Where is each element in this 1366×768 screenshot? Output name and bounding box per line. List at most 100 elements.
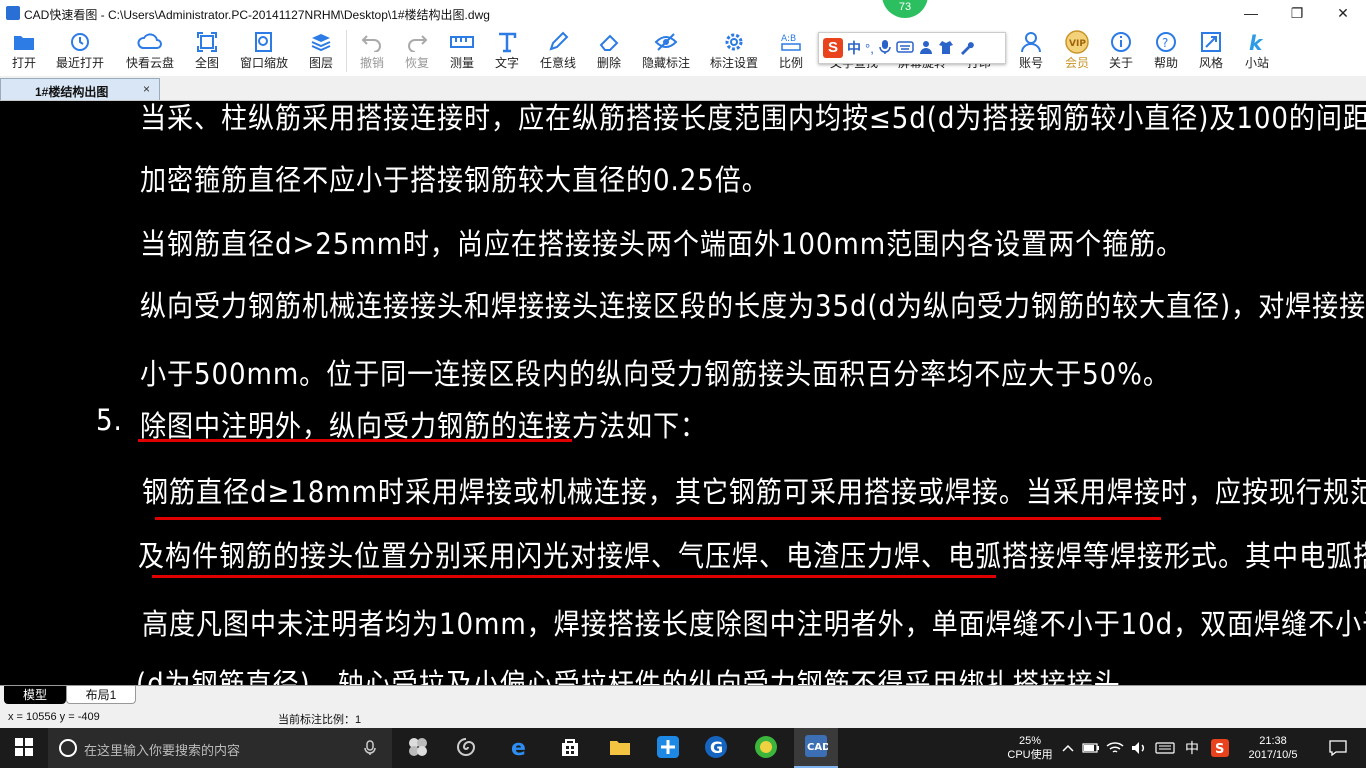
toolbar-divider bbox=[346, 30, 347, 72]
svg-text:A:B: A:B bbox=[781, 34, 796, 44]
cloud-button[interactable]: 快看云盘 bbox=[122, 28, 178, 74]
fit-view-icon bbox=[196, 28, 218, 56]
microphone-icon[interactable] bbox=[364, 740, 376, 759]
delete-button[interactable]: 删除 bbox=[592, 28, 626, 74]
tab-close-icon[interactable]: × bbox=[143, 82, 150, 96]
red-underline bbox=[138, 439, 572, 442]
taskbar-app-edge[interactable]: e bbox=[500, 728, 540, 768]
microphone-icon[interactable] bbox=[878, 39, 892, 58]
open-button[interactable]: 打开 bbox=[6, 28, 42, 74]
status-bar: x = 10556 y = -409 当前标注比例：1 bbox=[0, 705, 1366, 728]
windows-logo-icon bbox=[15, 737, 33, 759]
taskbar-app-360[interactable] bbox=[746, 728, 786, 768]
pencil-icon bbox=[547, 28, 569, 56]
redo-icon bbox=[406, 28, 428, 56]
help-button[interactable]: ? 帮助 bbox=[1149, 28, 1183, 74]
battery-icon[interactable] bbox=[1080, 728, 1102, 768]
k-logo-icon: k bbox=[1246, 28, 1268, 56]
tray-expand-icon[interactable] bbox=[1058, 728, 1078, 768]
spiral-browser-icon bbox=[455, 736, 477, 761]
wrench-icon[interactable] bbox=[958, 39, 974, 58]
cpu-usage-widget[interactable]: 25% CPU使用 bbox=[1000, 728, 1060, 768]
zoom-window-icon bbox=[253, 28, 275, 56]
ime-toolbar[interactable]: S 中 °, bbox=[818, 32, 1006, 64]
scale-button[interactable]: A:B 比例 bbox=[774, 28, 808, 74]
volume-icon[interactable] bbox=[1128, 728, 1150, 768]
scale-icon: A:B bbox=[780, 28, 802, 56]
restore-button[interactable]: ❐ bbox=[1274, 0, 1320, 26]
svg-text:e: e bbox=[511, 736, 526, 758]
taskbar-search[interactable]: 在这里输入你要搜索的内容 bbox=[48, 728, 392, 768]
svg-text:k: k bbox=[1249, 31, 1264, 53]
account-button[interactable]: 账号 bbox=[1014, 28, 1048, 74]
cortana-icon bbox=[58, 738, 78, 761]
keyboard-icon[interactable] bbox=[896, 40, 914, 57]
close-button[interactable]: ✕ bbox=[1320, 0, 1366, 26]
user-avatar-icon[interactable] bbox=[918, 39, 934, 58]
window-title: CAD快速看图 - C:\Users\Administrator.PC-2014… bbox=[24, 8, 490, 22]
minimize-button[interactable]: — bbox=[1228, 0, 1274, 26]
item-number: 5. bbox=[96, 403, 123, 437]
main-toolbar: 打开 最近打开 快看云盘 全图 窗口缩放 图层 撤销 恢复 测量 文字 任意线 bbox=[0, 26, 1366, 76]
tab-model[interactable]: 模型 bbox=[4, 686, 66, 704]
taskbar-app-g[interactable]: G bbox=[696, 728, 736, 768]
app-icon bbox=[6, 6, 20, 20]
annotation-scale: 当前标注比例：1 bbox=[278, 714, 362, 726]
drawing-canvas[interactable]: 当采、柱纵筋采用搭接连接时，应在纵筋搭接长度范围内均按≤5d(d为搭接钢筋较小直… bbox=[0, 101, 1366, 685]
notification-center-icon[interactable] bbox=[1318, 728, 1358, 768]
taskbar-app-cad[interactable] bbox=[648, 728, 688, 768]
cpu-percent: 25% bbox=[1018, 735, 1042, 747]
layers-button[interactable]: 图层 bbox=[304, 28, 338, 74]
taskbar-app-pinwheel[interactable] bbox=[398, 728, 438, 768]
tab-document[interactable]: 1#楼结构出图 × bbox=[0, 78, 160, 100]
text-button[interactable]: 文字 bbox=[490, 28, 524, 74]
sogou-tray-icon[interactable]: S bbox=[1208, 728, 1232, 768]
start-button[interactable] bbox=[0, 728, 48, 768]
taskbar-app-store[interactable] bbox=[550, 728, 590, 768]
measure-button[interactable]: 测量 bbox=[445, 28, 479, 74]
clock-time: 21:38 bbox=[1259, 735, 1287, 747]
ime-punctuation-toggle[interactable]: °, bbox=[865, 41, 874, 56]
about-button[interactable]: 关于 bbox=[1104, 28, 1138, 74]
search-placeholder: 在这里输入你要搜索的内容 bbox=[84, 743, 241, 758]
drawing-text-line: 加密箍筋直径不应小于搭接钢筋较大直径的0.25倍。 bbox=[140, 163, 769, 197]
skin-shirt-icon[interactable] bbox=[938, 39, 954, 58]
drawing-text-line: (d为钢筋直径)。轴心受拉及小偏心受拉杆件的纵向受力钢筋不得采用绑扎搭接接头。 bbox=[136, 667, 1148, 685]
drawing-text-line: 当钢筋直径d>25mm时，尚应在搭接接头两个端面外100mm范围内各设置两个箍筋… bbox=[140, 227, 1184, 261]
ime-language-toggle[interactable]: 中 bbox=[847, 38, 861, 58]
notification-badge[interactable]: 73 bbox=[882, 0, 928, 18]
sogou-logo-icon: S bbox=[823, 38, 843, 58]
red-underline bbox=[152, 575, 996, 578]
zoom-window-button[interactable]: 窗口缩放 bbox=[236, 28, 292, 74]
recent-button[interactable]: 最近打开 bbox=[52, 28, 108, 74]
hide-annotation-button[interactable]: 隐藏标注 bbox=[638, 28, 694, 74]
clock[interactable]: 21:38 2017/10/5 bbox=[1238, 728, 1308, 768]
gear-icon bbox=[723, 28, 745, 56]
info-icon bbox=[1110, 28, 1132, 56]
drawing-text-line: 高度凡图中未注明者均为10mm，焊接搭接长度除图中注明者外，单面焊缝不小于10d… bbox=[142, 607, 1366, 641]
tab-layout1[interactable]: 布局1 bbox=[66, 686, 136, 704]
taskbar-app-cad-viewer-active[interactable]: CAD bbox=[794, 728, 838, 768]
svg-text:CAD: CAD bbox=[807, 742, 828, 753]
annotation-settings-button[interactable]: 标注设置 bbox=[706, 28, 762, 74]
keyboard-tray-icon[interactable] bbox=[1152, 728, 1178, 768]
undo-button[interactable]: 撤销 bbox=[355, 28, 389, 74]
taskbar: 在这里输入你要搜索的内容 e G CAD 25% CPU使用 中 S 21:38… bbox=[0, 728, 1366, 768]
fit-view-button[interactable]: 全图 bbox=[190, 28, 224, 74]
vip-button[interactable]: VIP 会员 bbox=[1060, 28, 1094, 74]
svg-text:G: G bbox=[710, 738, 723, 757]
redo-button[interactable]: 恢复 bbox=[400, 28, 434, 74]
ime-indicator[interactable]: 中 bbox=[1180, 728, 1204, 768]
blue-plus-icon bbox=[656, 735, 680, 762]
mini-site-button[interactable]: k 小站 bbox=[1240, 28, 1274, 74]
taskbar-app-browser[interactable] bbox=[446, 728, 486, 768]
wifi-icon[interactable] bbox=[1104, 728, 1126, 768]
text-icon bbox=[496, 28, 518, 56]
title-bar: CAD快速看图 - C:\Users\Administrator.PC-2014… bbox=[0, 0, 1366, 26]
clock-icon bbox=[69, 28, 91, 56]
cloud-icon bbox=[137, 28, 163, 56]
freehand-button[interactable]: 任意线 bbox=[536, 28, 580, 74]
taskbar-app-explorer[interactable] bbox=[600, 728, 640, 768]
style-button[interactable]: 风格 bbox=[1194, 28, 1228, 74]
edge-icon: e bbox=[509, 736, 531, 761]
